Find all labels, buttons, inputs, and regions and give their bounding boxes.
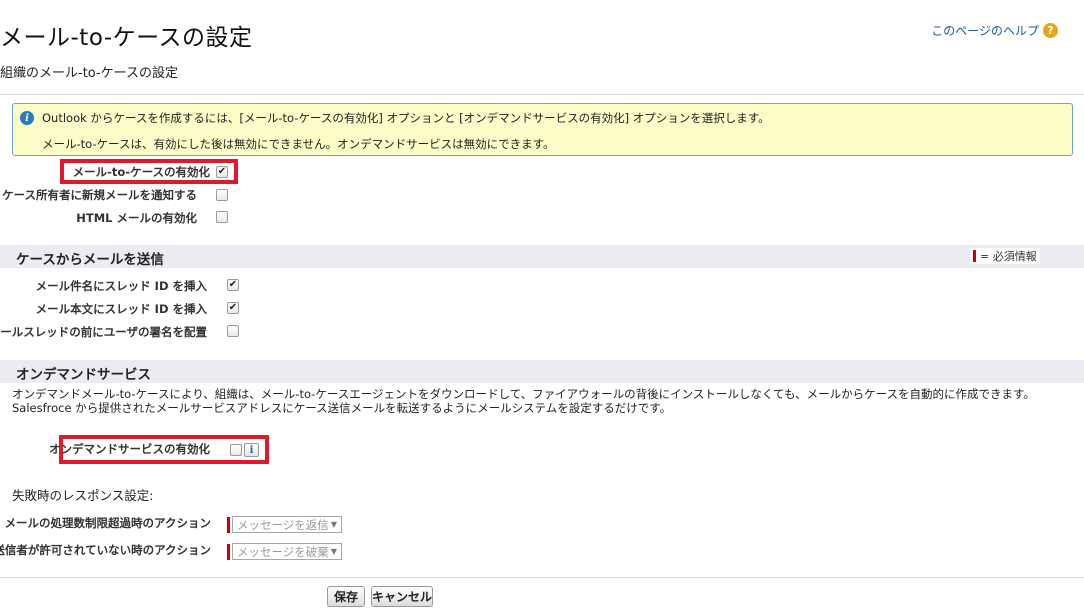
notify-case-owner-label: ケース所有者に新規メールを通知する — [2, 188, 197, 202]
unauthorized-sender-action-label: 送信者が許可されていない時のアクション — [0, 543, 211, 557]
required-legend: = 必須情報 — [970, 248, 1040, 264]
enable-ondemand-label: オンデマンドサービスの有効化 — [49, 442, 210, 456]
enable-ondemand-checkbox[interactable] — [230, 444, 242, 456]
enable-html-email-checkbox[interactable] — [216, 211, 228, 223]
required-marker-icon — [227, 516, 230, 533]
failure-response-heading: 失敗時のレスポンス設定: — [12, 488, 154, 503]
ondemand-section-title: オンデマンドサービス — [16, 367, 151, 383]
enable-email-to-case-checkbox[interactable]: ✔ — [216, 166, 228, 178]
over-limit-action-value: メッセージを返信 — [237, 517, 329, 532]
over-limit-action-field: メッセージを返信 ▼ — [227, 516, 342, 533]
thread-id-subject-checkbox[interactable]: ✔ — [227, 279, 239, 291]
enable-email-to-case-label: メール-to-ケースの有効化 — [72, 165, 210, 179]
info-message-line1: Outlook からケースを作成するには、[メール-to-ケースの有効化] オプ… — [42, 111, 770, 125]
info-icon: i — [20, 111, 34, 125]
unauthorized-sender-action-value: メッセージを破棄 — [237, 544, 329, 559]
user-signature-label: メールスレッドの前にユーザの署名を配置 — [0, 325, 207, 339]
info-message-box: i Outlook からケースを作成するには、[メール-to-ケースの有効化] … — [12, 103, 1073, 156]
dropdown-arrow-icon: ▼ — [330, 520, 337, 529]
required-marker-icon — [973, 250, 976, 262]
user-signature-checkbox[interactable] — [227, 325, 239, 337]
cancel-button[interactable]: キャンセル — [371, 586, 433, 607]
send-email-section-header: ケースからメールを送信 — [0, 244, 1084, 268]
over-limit-action-select[interactable]: メッセージを返信 ▼ — [232, 516, 342, 533]
notify-case-owner-checkbox[interactable] — [216, 189, 228, 201]
unauthorized-sender-action-field: メッセージを破棄 ▼ — [227, 543, 342, 560]
help-link-label[interactable]: このページのヘルプ — [931, 22, 1039, 39]
ondemand-section-header: オンデマンドサービス — [0, 359, 1084, 383]
page-title: メール-to-ケースの設定 — [0, 25, 253, 51]
help-icon[interactable]: ? — [1043, 23, 1058, 38]
header-divider — [0, 94, 1084, 95]
dropdown-arrow-icon: ▼ — [330, 547, 337, 556]
help-link[interactable]: このページのヘルプ ? — [931, 22, 1058, 39]
thread-id-subject-label: メール件名にスレッド ID を挿入 — [35, 279, 207, 293]
save-button[interactable]: 保存 — [327, 586, 365, 607]
thread-id-body-label: メール本文にスレッド ID を挿入 — [35, 302, 207, 316]
ondemand-info-button[interactable]: i — [244, 443, 259, 457]
send-email-section-title: ケースからメールを送信 — [16, 252, 164, 268]
info-message-line2: メール-to-ケースは、有効にした後は無効にできません。オンデマンドサービスは無… — [42, 137, 555, 151]
over-limit-action-label: メールの処理数制限超過時のアクション — [4, 516, 211, 530]
required-legend-label: = 必須情報 — [980, 250, 1037, 263]
required-marker-icon — [227, 543, 230, 560]
footer-divider — [0, 577, 1084, 578]
unauthorized-sender-action-select[interactable]: メッセージを破棄 ▼ — [232, 543, 342, 560]
thread-id-body-checkbox[interactable]: ✔ — [227, 302, 239, 314]
ondemand-description: オンデマンドメール-to-ケースにより、組織は、メール-to-ケースエージェント… — [12, 387, 1035, 415]
page-subtitle: 組織のメール-to-ケースの設定 — [0, 66, 179, 81]
enable-html-email-label: HTML メールの有効化 — [76, 211, 197, 225]
